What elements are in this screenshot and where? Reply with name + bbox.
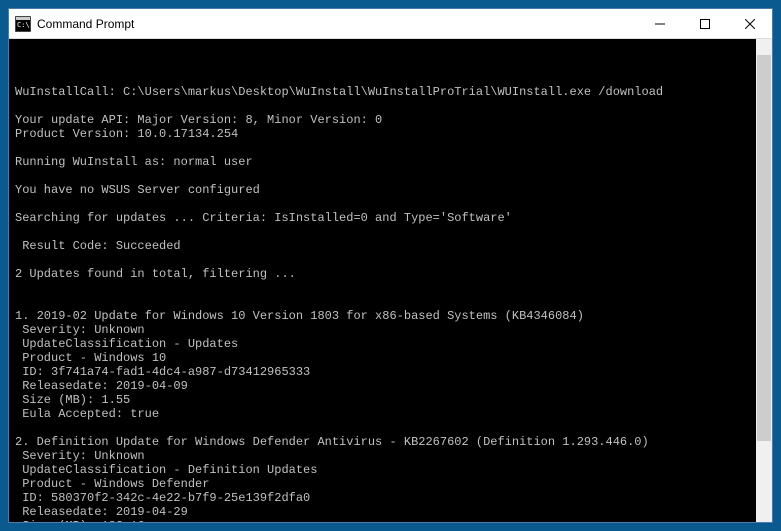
cmd-icon: C:\ [15, 16, 31, 32]
console-output: WuInstallCall: C:\Users\markus\Desktop\W… [15, 71, 766, 522]
minimize-button[interactable] [637, 9, 682, 38]
window-controls [637, 9, 772, 38]
scrollbar-thumb[interactable] [757, 55, 771, 441]
scrollbar[interactable] [756, 39, 772, 522]
command-prompt-window: C:\ Command Prompt WuInstallCall: C:\Use… [8, 8, 773, 523]
svg-text:C:\: C:\ [17, 21, 30, 29]
console-area[interactable]: WuInstallCall: C:\Users\markus\Desktop\W… [9, 39, 772, 522]
titlebar[interactable]: C:\ Command Prompt [9, 9, 772, 39]
close-button[interactable] [727, 9, 772, 38]
window-title: Command Prompt [37, 17, 637, 31]
maximize-button[interactable] [682, 9, 727, 38]
